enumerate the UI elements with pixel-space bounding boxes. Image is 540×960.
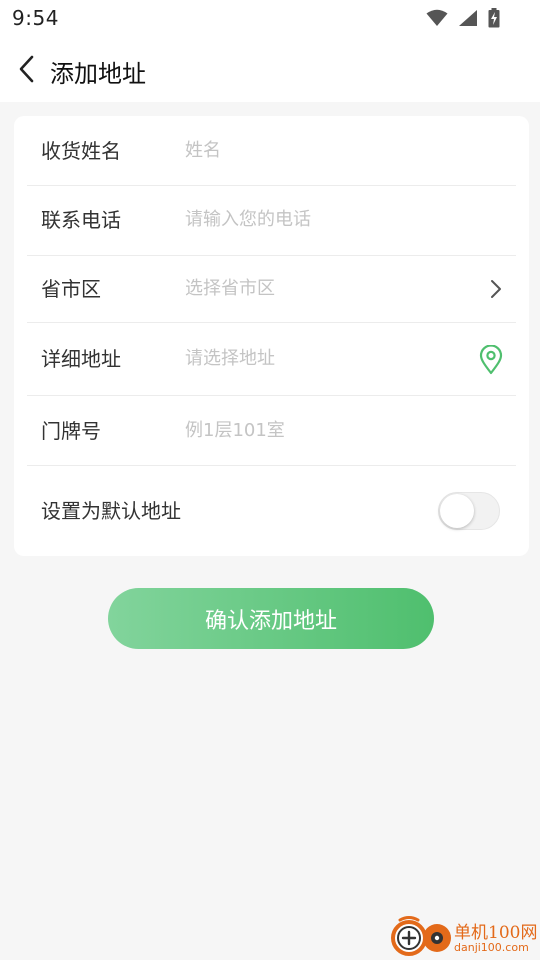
add-address-screen: 9:54 添加地址 收货姓名 姓名 联系电话 请输入您的电话 省市区 选择省市区…: [0, 0, 540, 960]
name-label: 收货姓名: [41, 139, 121, 163]
door-number-input[interactable]: [185, 416, 475, 444]
region-chevron[interactable]: [488, 278, 504, 300]
status-time: 9:54: [12, 6, 59, 30]
wifi-icon: [426, 9, 448, 26]
back-button[interactable]: [10, 50, 44, 88]
status-bar: 9:54: [0, 0, 540, 36]
danji100-logo-icon: [391, 916, 451, 956]
signal-icon: [459, 10, 477, 26]
toggle-knob: [440, 494, 474, 528]
page-title: 添加地址: [50, 60, 146, 88]
watermark: 单机100网 danji100.com: [388, 914, 538, 958]
form-row-name: 收货姓名: [27, 116, 516, 186]
name-input[interactable]: [185, 136, 475, 164]
region-select[interactable]: [185, 274, 475, 302]
phone-label: 联系电话: [41, 208, 121, 232]
address-form-card: 收货姓名 联系电话 省市区 详细地址: [14, 116, 529, 556]
form-row-address[interactable]: 详细地址: [27, 323, 516, 396]
app-bar: 添加地址: [0, 36, 540, 102]
door-label: 门牌号: [41, 419, 101, 443]
form-row-region[interactable]: 省市区: [27, 256, 516, 323]
locate-button[interactable]: [478, 344, 504, 376]
form-row-default: 设置为默认地址: [27, 466, 516, 556]
address-label: 详细地址: [41, 347, 121, 371]
confirm-add-address-button[interactable]: 确认添加地址: [108, 588, 434, 649]
form-row-door: 门牌号: [27, 396, 516, 466]
location-pin-icon: [479, 345, 503, 375]
watermark-domain: danji100.com: [454, 941, 529, 954]
address-input[interactable]: [185, 344, 475, 372]
battery-charging-icon: [488, 8, 500, 28]
form-row-phone: 联系电话: [27, 186, 516, 256]
default-address-label: 设置为默认地址: [41, 499, 181, 523]
phone-input[interactable]: [185, 205, 475, 233]
region-label: 省市区: [41, 277, 101, 301]
default-address-toggle[interactable]: [438, 492, 500, 530]
watermark-name: 单机100网: [454, 923, 538, 943]
chevron-left-icon: [19, 55, 34, 83]
status-icons: [426, 8, 500, 28]
chevron-right-icon: [491, 280, 501, 298]
